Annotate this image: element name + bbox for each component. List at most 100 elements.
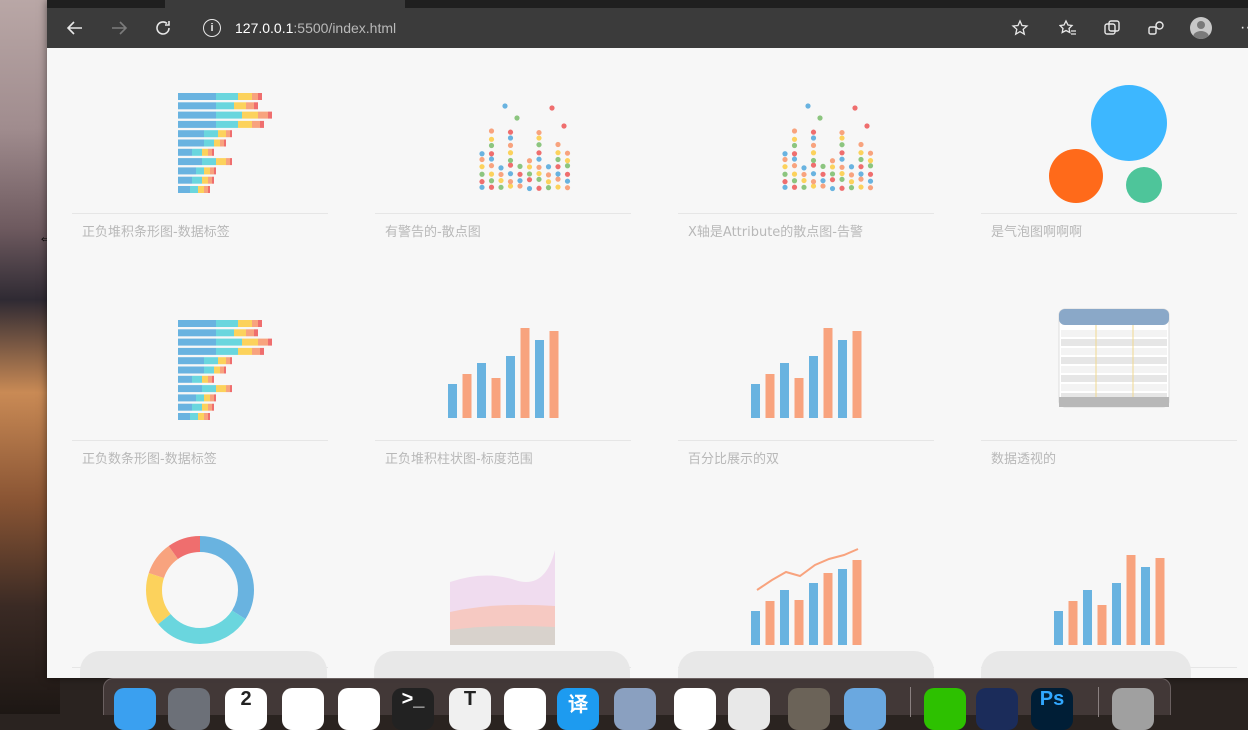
thumb-scatter-point [488, 151, 495, 157]
active-tab[interactable] [165, 0, 405, 8]
chart-thumbnail[interactable] [678, 48, 934, 213]
chart-card-title[interactable]: 正负堆积柱状图-标度范围 [385, 448, 533, 467]
thumb-bar-segment [178, 139, 204, 147]
dock-finder-icon[interactable] [114, 688, 156, 730]
thumb-area [450, 626, 555, 645]
thumb-bar-segment [196, 167, 204, 175]
chart-card[interactable]: X轴是Attribute的散点图-告警 [678, 48, 934, 248]
chart-card-title[interactable]: 正负堆积条形图-数据标签 [82, 221, 230, 240]
chart-thumbnail[interactable] [981, 48, 1237, 213]
thumb-scatter-point [858, 150, 864, 156]
dock-vscode-icon[interactable] [674, 688, 716, 730]
thumb-bar-segment [216, 385, 226, 393]
dock-trash-icon[interactable] [1112, 688, 1154, 730]
thumb-bar-segment [234, 102, 246, 110]
chart-thumbnail[interactable] [375, 275, 631, 440]
dock-edge-icon[interactable] [338, 688, 380, 730]
dock-preview-icon[interactable] [614, 688, 656, 730]
chart-card[interactable]: 数据透视的 [981, 275, 1237, 475]
dock-calendar-icon[interactable]: 2 [225, 688, 267, 730]
thumb-bar-segment [196, 394, 204, 402]
chart-card-title[interactable]: 数据透视的 [991, 448, 1056, 467]
forward-arrow-icon[interactable] [103, 8, 135, 48]
chart-card-title[interactable]: 有警告的-散点图 [385, 221, 481, 240]
dock-wechat-icon[interactable] [924, 688, 966, 730]
dock-textedit-icon[interactable]: T [449, 688, 491, 730]
thumb-scatter-point [498, 171, 504, 178]
chart-thumbnail[interactable] [678, 275, 934, 440]
dock-xmind-icon[interactable] [976, 688, 1018, 730]
chart-card[interactable]: 百分比展示的双 [678, 275, 934, 475]
thumb-bar-segment [226, 357, 230, 365]
card-divider [981, 440, 1237, 441]
back-arrow-icon[interactable] [59, 8, 91, 48]
chart-thumbnail[interactable] [981, 275, 1237, 440]
dock-terminal-icon[interactable]: >_ [392, 688, 434, 730]
more-menu-icon[interactable]: ··· [1232, 8, 1248, 48]
chart-card-title[interactable]: 是气泡图啊啊啊 [991, 221, 1082, 240]
dock-screen-recorder-icon[interactable] [728, 688, 770, 730]
thumb-table-row [1061, 357, 1167, 364]
thumb-bar-segment [192, 176, 202, 184]
thumb-bubble [1091, 85, 1167, 161]
chart-card[interactable]: 正负堆积柱状图-标度范围 [375, 275, 631, 475]
thumb-bar-segment [226, 385, 230, 393]
thumb-scatter-point [858, 184, 864, 190]
chart-thumbnail[interactable] [72, 48, 328, 213]
chart-card-title[interactable]: X轴是Attribute的散点图-告警 [688, 221, 863, 240]
thumb-column [751, 384, 760, 418]
thumb-column [477, 363, 486, 418]
thumb-scatter-point [839, 129, 845, 136]
profile-avatar-icon[interactable] [1190, 17, 1212, 39]
thumb-scatter-point [801, 177, 807, 184]
thumb-scatter-point [479, 184, 485, 190]
chart-card[interactable]: 有警告的-散点图 [375, 48, 631, 248]
thumb-bar-segment [204, 130, 218, 138]
thumb-scatter-point [858, 176, 864, 182]
dock-calculator-icon[interactable] [788, 688, 830, 730]
dock-launchpad-icon[interactable] [168, 688, 210, 730]
thumb-bar-segment [216, 158, 226, 166]
chart-card[interactable]: 正负堆积条形图-数据标签 [72, 48, 328, 248]
chart-thumbnail[interactable] [375, 502, 631, 667]
thumb-bar-segment [178, 413, 190, 420]
chart-card[interactable]: 正负数条形图-数据标签 [72, 275, 328, 475]
chart-thumbnail[interactable] [375, 48, 631, 213]
thumb-bar-segment [212, 403, 214, 411]
extensions-icon[interactable] [1140, 8, 1172, 48]
thumb-bar-segment [238, 93, 252, 100]
thumb-bar-segment [258, 111, 268, 119]
thumb-scatter-point [848, 185, 855, 191]
card-divider [375, 440, 631, 441]
thumb-scatter-point [791, 184, 798, 190]
thumb-scatter-point [488, 156, 495, 162]
address-bar[interactable]: i 127.0.0.1:5500/index.html [203, 8, 396, 48]
thumb-scatter-point [810, 183, 817, 189]
favorites-icon[interactable] [1052, 8, 1084, 48]
reload-icon[interactable] [147, 8, 179, 48]
chart-card-title[interactable]: 正负数条形图-数据标签 [82, 448, 217, 467]
thumb-bar-segment [238, 320, 252, 327]
thumb-scatter-point [810, 162, 817, 168]
thumb-scatter-point [555, 141, 561, 148]
dock-translator-icon[interactable]: 译 [557, 688, 599, 730]
chart-card-title[interactable]: 百分比展示的双 [688, 448, 779, 467]
collections-icon[interactable] [1096, 8, 1128, 48]
chart-thumbnail[interactable] [981, 502, 1237, 667]
dock-baidu-netdisk-icon[interactable] [504, 688, 546, 730]
thumb-bar-segment [198, 413, 204, 420]
thumb-bar-segment [208, 176, 212, 184]
thumb-bar-segment [178, 320, 216, 327]
thumb-scatter-point [829, 177, 836, 183]
chart-thumbnail[interactable] [72, 275, 328, 440]
chart-card[interactable]: 是气泡图啊啊啊 [981, 48, 1237, 248]
dock-photoshop-icon[interactable]: Ps [1031, 688, 1073, 730]
site-info-icon[interactable]: i [203, 19, 221, 37]
add-favorite-icon[interactable] [1004, 8, 1036, 48]
chart-thumbnail[interactable] [72, 502, 328, 667]
chart-thumbnail[interactable] [678, 502, 934, 667]
dock-app-store-icon[interactable] [844, 688, 886, 730]
thumb-table-row [1061, 330, 1167, 337]
dock-chrome-icon[interactable] [282, 688, 324, 730]
thumb-scatter-point [867, 163, 874, 169]
